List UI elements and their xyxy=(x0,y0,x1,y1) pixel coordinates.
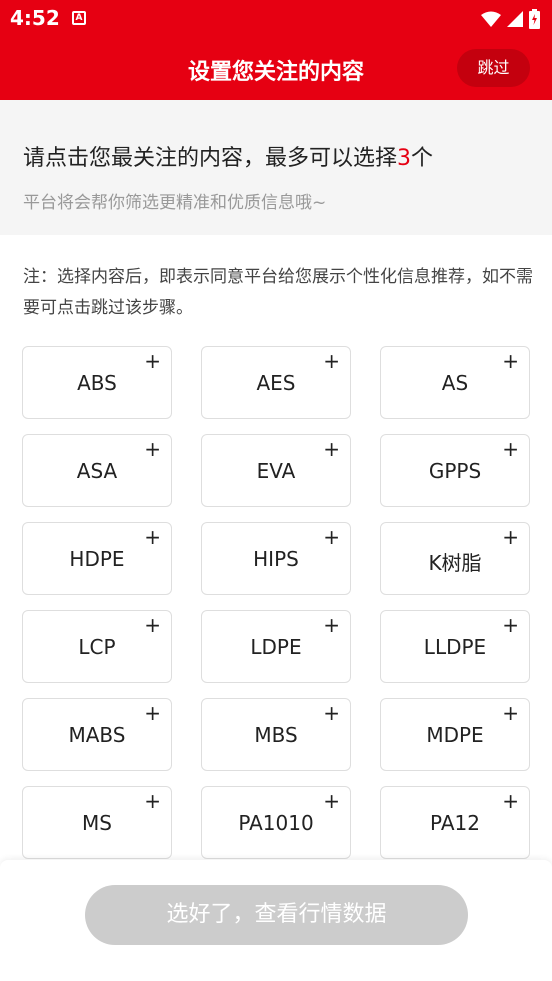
plus-icon: + xyxy=(323,613,340,637)
tag-ldpe[interactable]: LDPE + xyxy=(201,610,351,683)
tag-label: AES xyxy=(256,371,296,395)
intro-title-prefix: 请点击您最关注的内容，最多可以选择 xyxy=(23,146,398,171)
status-icons xyxy=(481,9,540,29)
tag-lcp[interactable]: LCP + xyxy=(22,610,172,683)
plus-icon: + xyxy=(144,437,161,461)
plus-icon: + xyxy=(323,437,340,461)
plus-icon: + xyxy=(502,701,519,725)
tag-label: MS xyxy=(82,811,112,835)
plus-icon: + xyxy=(502,349,519,373)
tag-mbs[interactable]: MBS + xyxy=(201,698,351,771)
tag-label: GPPS xyxy=(428,459,482,483)
plus-icon: + xyxy=(502,789,519,813)
plus-icon: + xyxy=(502,437,519,461)
tag-hips[interactable]: HIPS + xyxy=(201,522,351,595)
tag-label: HDPE xyxy=(69,547,125,571)
tag-lldpe[interactable]: LLDPE + xyxy=(380,610,530,683)
intro-subtitle: 平台将会帮你筛选更精准和优质信息哦~ xyxy=(23,193,327,213)
battery-icon xyxy=(529,9,540,29)
plus-icon: + xyxy=(144,701,161,725)
tag-label: ASA xyxy=(76,459,118,483)
tag-label: MABS xyxy=(68,723,126,747)
tag-gpps[interactable]: GPPS + xyxy=(380,434,530,507)
app-bar: 设置您关注的内容 跳过 xyxy=(0,38,552,100)
intro-title-suffix: 个 xyxy=(411,146,434,171)
tag-pa1010[interactable]: PA1010 + xyxy=(201,786,351,859)
intro-title-max: 3 xyxy=(397,146,412,171)
tag-label: K树脂 xyxy=(428,551,482,575)
tag-label: PA12 xyxy=(430,811,480,835)
privacy-note: 注：选择内容后，即表示同意平台给您展示个性化信息推荐，如不需要可点击跳过该步骤。 xyxy=(23,267,533,318)
status-time: 4:52 xyxy=(10,6,60,30)
tag-label: HIPS xyxy=(253,547,299,571)
tag-label: EVA xyxy=(256,459,296,483)
tag-mdpe[interactable]: MDPE + xyxy=(380,698,530,771)
tag-ms[interactable]: MS + xyxy=(22,786,172,859)
plus-icon: + xyxy=(502,525,519,549)
intro-title: 请点击您最关注的内容，最多可以选择3个 xyxy=(23,140,433,172)
confirm-button[interactable]: 选好了，查看行情数据 xyxy=(85,885,468,945)
tag-label: LDPE xyxy=(250,635,302,659)
tag-label: ABS xyxy=(77,371,117,395)
notification-icon: A xyxy=(72,11,86,25)
tag-label: MDPE xyxy=(426,723,484,747)
tag-eva[interactable]: EVA + xyxy=(201,434,351,507)
tag-k-resin[interactable]: K树脂 + xyxy=(380,522,530,595)
tag-asa[interactable]: ASA + xyxy=(22,434,172,507)
plus-icon: + xyxy=(144,613,161,637)
tag-label: PA1010 xyxy=(238,811,314,835)
plus-icon: + xyxy=(323,349,340,373)
tag-abs[interactable]: ABS + xyxy=(22,346,172,419)
tag-label: LLDPE xyxy=(423,635,487,659)
status-bar: 4:52 A xyxy=(0,0,552,38)
skip-button[interactable]: 跳过 xyxy=(457,49,530,87)
tag-label: MBS xyxy=(254,723,298,747)
wifi-icon xyxy=(481,11,501,27)
tag-as[interactable]: AS + xyxy=(380,346,530,419)
tag-aes[interactable]: AES + xyxy=(201,346,351,419)
signal-icon xyxy=(507,11,523,27)
tag-label: LCP xyxy=(78,635,116,659)
plus-icon: + xyxy=(323,789,340,813)
tag-hdpe[interactable]: HDPE + xyxy=(22,522,172,595)
footer: 选好了，查看行情数据 xyxy=(0,860,552,981)
intro-section: 请点击您最关注的内容，最多可以选择3个 平台将会帮你筛选更精准和优质信息哦~ xyxy=(0,100,552,235)
plus-icon: + xyxy=(144,525,161,549)
plus-icon: + xyxy=(323,701,340,725)
tag-label: AS xyxy=(441,371,469,395)
plus-icon: + xyxy=(502,613,519,637)
plus-icon: + xyxy=(323,525,340,549)
tag-mabs[interactable]: MABS + xyxy=(22,698,172,771)
plus-icon: + xyxy=(144,789,161,813)
tag-pa12[interactable]: PA12 + xyxy=(380,786,530,859)
plus-icon: + xyxy=(144,349,161,373)
